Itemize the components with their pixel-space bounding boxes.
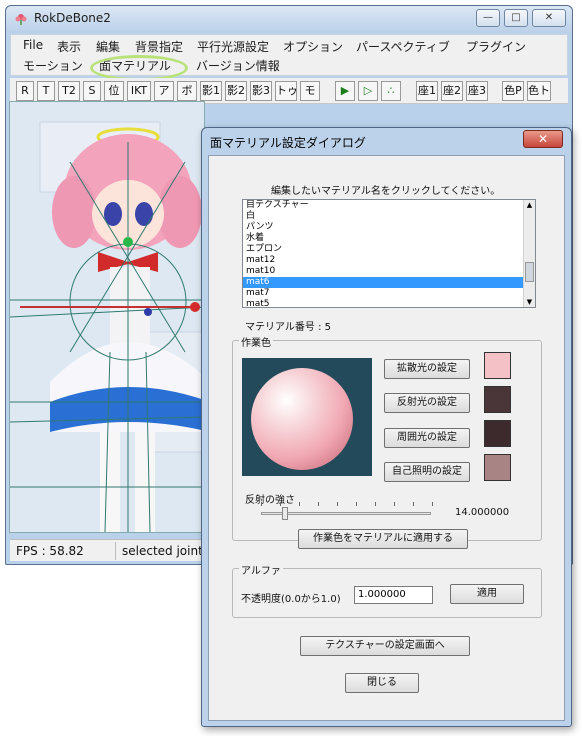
play-icon[interactable]: ▶ — [335, 81, 355, 101]
selected-joint-status: selected joint p — [118, 542, 214, 560]
tool-mo[interactable]: モ — [300, 81, 320, 101]
tool-scale[interactable]: S — [83, 81, 101, 101]
diffuse-color-button[interactable]: 拡散光の設定 — [384, 359, 470, 379]
reflect-value: 14.000000 — [455, 507, 510, 518]
scroll-up-icon[interactable]: ▲ — [525, 201, 534, 209]
tool-coord3[interactable]: 座3 — [466, 81, 488, 101]
minimize-button[interactable]: — — [476, 9, 500, 27]
tool-translate2[interactable]: T2 — [58, 81, 80, 101]
dialog-body: 編集したいマテリアル名をクリックしてください。 目テクスチャー白パンツ 水着 エプロ… — [208, 155, 565, 721]
menu-view[interactable]: 表示 — [57, 38, 81, 55]
material-list-item[interactable]: mat5 — [243, 299, 535, 307]
slider-tick — [413, 502, 414, 506]
material-preview — [242, 358, 372, 476]
dialog-close-icon[interactable]: ✕ — [523, 130, 563, 148]
tool-shadow3[interactable]: 影3 — [250, 81, 272, 101]
slider-tick — [299, 502, 300, 506]
slider-tick — [432, 502, 433, 506]
menu-options[interactable]: オプション — [283, 38, 343, 55]
specular-swatch[interactable] — [484, 386, 511, 413]
3d-viewport[interactable] — [9, 101, 205, 533]
tool-shadow2[interactable]: 影2 — [225, 81, 247, 101]
material-list-item[interactable]: mat6 — [243, 277, 535, 288]
ambient-color-button[interactable]: 周囲光の設定 — [384, 428, 470, 448]
opacity-input[interactable]: 1.000000 — [354, 586, 433, 604]
slider-tick — [375, 502, 376, 506]
tool-position[interactable]: 位 — [104, 81, 124, 101]
face-material-dialog: 面マテリアル設定ダイアログ ✕ 編集したいマテリアル名をクリックしてください。 … — [201, 127, 572, 727]
menu-background[interactable]: 背景指定 — [135, 38, 183, 55]
menu-motion[interactable]: モーション — [23, 57, 83, 74]
reflect-strength-label: 反射の強さ — [245, 495, 295, 506]
material-list-item[interactable]: エプロン — [243, 244, 535, 255]
slider-tick — [356, 502, 357, 506]
play-outline-icon[interactable]: ▷ — [358, 81, 378, 101]
main-close-button[interactable]: ✕ — [532, 9, 566, 27]
tool-a[interactable]: ア — [154, 81, 174, 101]
material-list-item[interactable]: mat10 — [243, 266, 535, 277]
tool-shadow1[interactable]: 影1 — [200, 81, 222, 101]
material-list-item[interactable]: 目テクスチャー — [243, 200, 535, 211]
emissive-swatch[interactable] — [484, 454, 511, 481]
work-color-title: 作業色 — [239, 334, 273, 349]
tool-coord2[interactable]: 座2 — [441, 81, 463, 101]
tool-color-p[interactable]: 色P — [502, 81, 524, 101]
tool-to[interactable]: トゥ — [275, 81, 297, 101]
scroll-thumb[interactable] — [525, 262, 534, 282]
specular-color-button[interactable]: 反射光の設定 — [384, 393, 470, 413]
material-list-item[interactable]: 水着 — [243, 233, 535, 244]
menu-file[interactable]: File — [23, 38, 43, 52]
slider-tick — [394, 502, 395, 506]
main-title-bar: RokDeBone2 — □ ✕ — [6, 6, 572, 32]
material-list-item[interactable]: 白 — [243, 211, 535, 222]
tool-ikt[interactable]: IKT — [127, 81, 151, 101]
points-icon[interactable]: ∴ — [381, 81, 401, 101]
tool-rotate[interactable]: R — [16, 81, 34, 101]
instruction-text: 編集したいマテリアル名をクリックしてください。 — [271, 186, 501, 197]
diffuse-swatch[interactable] — [484, 352, 511, 379]
preview-sphere-icon — [251, 368, 353, 470]
material-list[interactable]: 目テクスチャー白パンツ 水着 エプロン mat12 mat10 mat6 mat7 mat5 … — [242, 199, 536, 308]
alpha-title: アルファ — [239, 562, 283, 577]
opacity-label: 不透明度(0.0から1.0) — [241, 594, 341, 605]
slider-tick — [261, 502, 262, 506]
material-number-label: マテリアル番号 : 5 — [245, 322, 331, 333]
menu-plugins[interactable]: プラグイン — [466, 38, 526, 55]
material-list-item[interactable]: mat7 — [243, 288, 535, 299]
tool-translate[interactable]: T — [37, 81, 55, 101]
menu-version[interactable]: バージョン情報 — [196, 57, 280, 74]
slider-tick — [337, 502, 338, 506]
tool-bone[interactable]: ボ — [177, 81, 197, 101]
menu-bar: File 表示 編集 背景指定 平行光源設定 オプション パースペクティブ プラ… — [10, 34, 568, 81]
reflect-slider-thumb[interactable] — [281, 507, 288, 520]
slider-tick — [318, 502, 319, 506]
material-list-item[interactable]: パンツ — [243, 222, 535, 233]
emissive-color-button[interactable]: 自己照明の設定 — [384, 462, 470, 482]
main-window-title: RokDeBone2 — [34, 11, 111, 25]
material-list-rows: 目テクスチャー白パンツ 水着 エプロン mat12 mat10 mat6 mat7 mat5 — [243, 200, 535, 307]
close-dialog-button[interactable]: 閉じる — [345, 673, 419, 693]
menu-parallel-light[interactable]: 平行光源設定 — [197, 38, 269, 55]
ambient-swatch[interactable] — [484, 420, 511, 447]
menu-perspective[interactable]: パースペクティブ — [356, 38, 450, 55]
fps-readout: FPS : 58.82 — [12, 542, 116, 560]
apply-alpha-button[interactable]: 適用 — [450, 584, 524, 604]
maximize-button[interactable]: □ — [504, 9, 528, 27]
character-model-render — [10, 102, 204, 532]
apply-work-color-button[interactable]: 作業色をマテリアルに適用する — [298, 529, 468, 549]
material-list-item[interactable]: mat12 — [243, 255, 535, 266]
scroll-down-icon[interactable]: ▼ — [525, 298, 534, 306]
tool-color-to[interactable]: 色ト — [527, 81, 551, 101]
menu-edit[interactable]: 編集 — [96, 38, 120, 55]
tool-coord1[interactable]: 座1 — [416, 81, 438, 101]
dialog-title-bar: 面マテリアル設定ダイアログ ✕ — [202, 128, 571, 154]
slider-tick — [280, 502, 281, 506]
texture-settings-button[interactable]: テクスチャーの設定画面へ — [300, 636, 470, 656]
dialog-title: 面マテリアル設定ダイアログ — [210, 136, 366, 150]
app-flower-icon — [15, 14, 27, 25]
material-list-scrollbar[interactable]: ▲ ▼ — [523, 200, 535, 307]
